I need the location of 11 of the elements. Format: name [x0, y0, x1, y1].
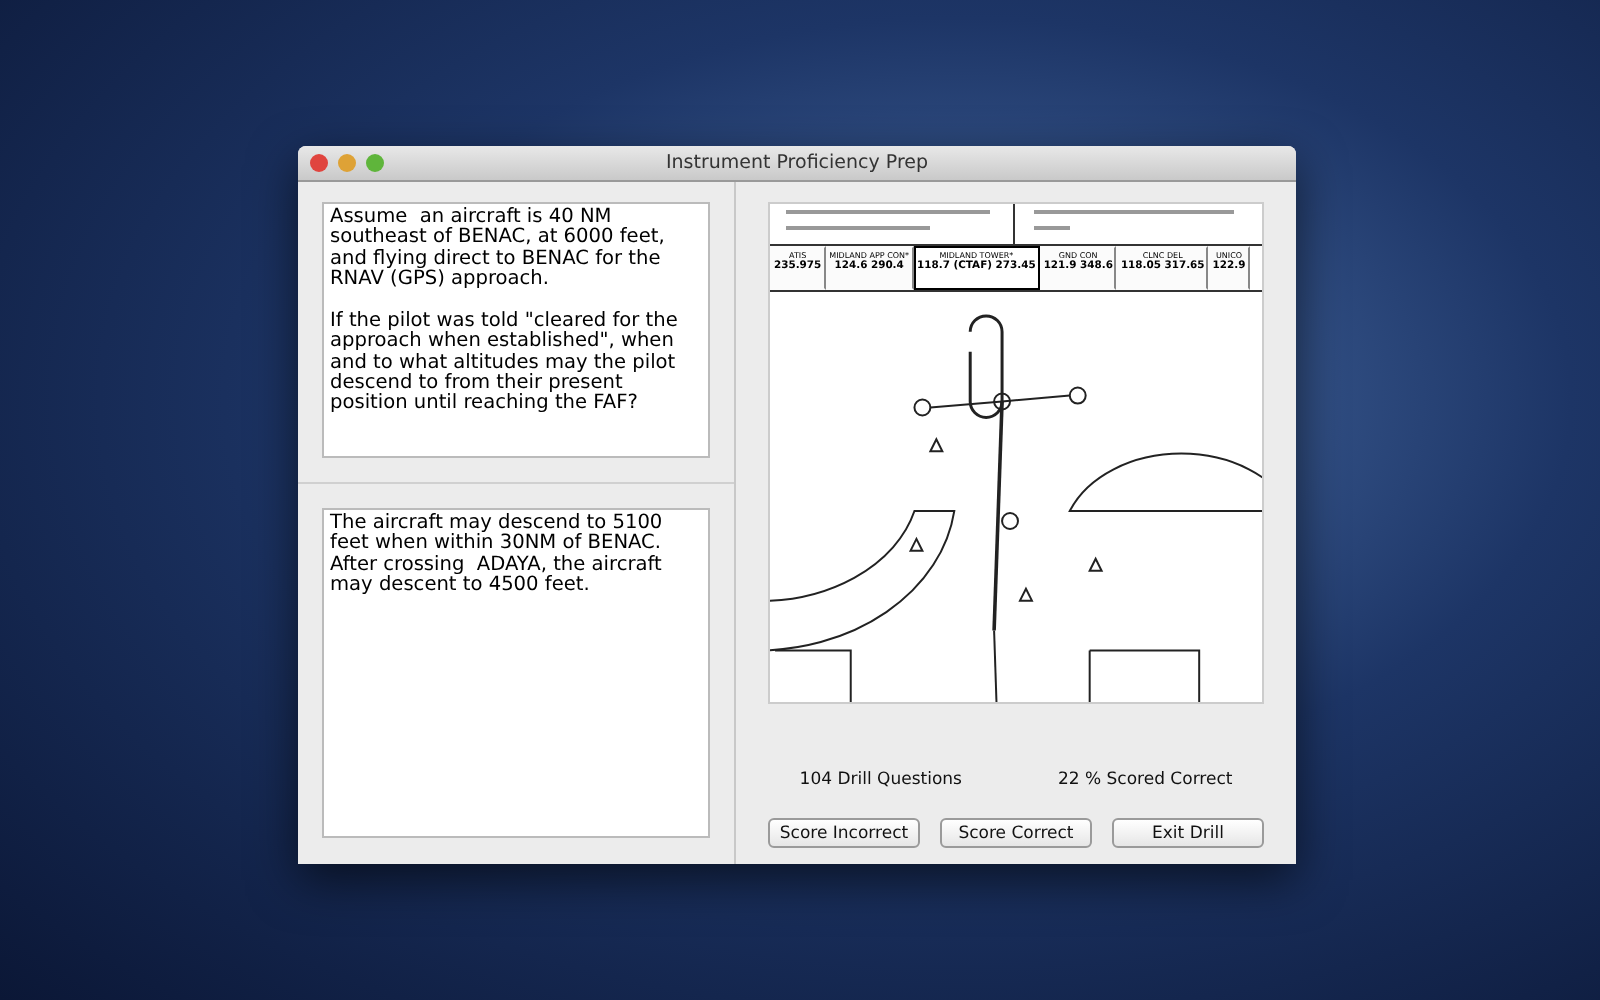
score-percentage: 22 % Scored Correct [1057, 770, 1233, 790]
drill-button[interactable]: Score Correct [940, 818, 1092, 848]
zoom-button[interactable] [366, 154, 384, 172]
drill-question-count: 104 Drill Questions [799, 770, 962, 790]
window-title: Instrument Proficiency Prep [665, 152, 929, 174]
question-text[interactable]: Assume an aircraft is 40 NM southeast of BENAC, at 6000 feet, and flying direct to BENAC for the RNAV (GPS) approach. If the pilot was told "cleared for the approach when established", when and to what altitudes may the pilot descend to from their present position until reaching the FAF? [322, 202, 710, 458]
close-button[interactable] [310, 154, 328, 172]
answer-text[interactable]: The aircraft may descend to 5100 feet when within 30NM of BENAC. After crossing ADAYA, the aircraft may descent to 4500 feet. [322, 508, 710, 838]
drill-button[interactable]: Exit Drill [1112, 818, 1264, 848]
minimize-button[interactable] [338, 154, 356, 172]
drill-button[interactable]: Score Incorrect [768, 818, 920, 848]
